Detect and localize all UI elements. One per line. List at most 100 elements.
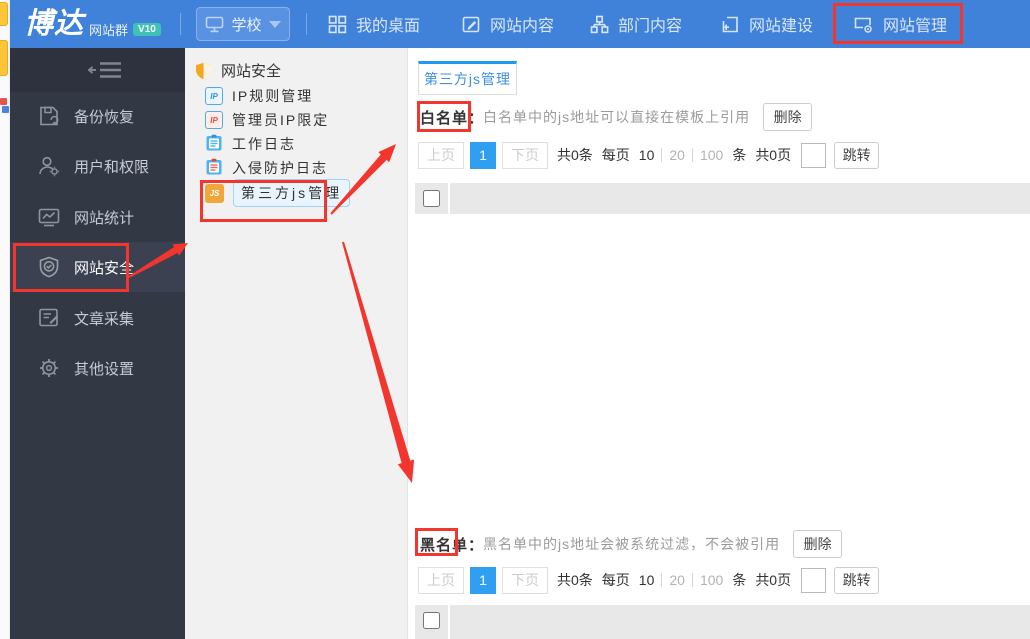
per-page-label: 每页 xyxy=(601,572,630,588)
whitelist-delete-button[interactable]: 删除 xyxy=(763,103,813,131)
monitor-icon xyxy=(206,16,224,32)
current-page-button[interactable]: 1 xyxy=(470,566,496,594)
sidebar-item-label: 文章采集 xyxy=(74,310,135,328)
site-selector-dropdown[interactable]: 学校 xyxy=(196,7,290,41)
user-permission-icon xyxy=(37,154,61,178)
per-page-label: 每页 xyxy=(601,147,630,163)
jump-page-input[interactable] xyxy=(801,567,827,593)
page-size-option-10[interactable]: 10 xyxy=(639,147,655,163)
blacklist-delete-button[interactable]: 删除 xyxy=(793,530,843,558)
sidebar-item-label: 备份恢复 xyxy=(74,108,135,126)
submenu-item-label: 入侵防护日志 xyxy=(232,160,328,176)
top-navigation-bar: 博达 网站群 V10 学校 我的桌面 网站内容 部门内容 网站建设 网站管理 xyxy=(10,0,1030,48)
main-sidebar: 备份恢复 用户和权限 网站统计 网站安全 文章采集 其他设置 xyxy=(10,48,185,639)
blacklist-label: 黑名单 xyxy=(420,536,469,554)
chevron-down-icon xyxy=(268,20,281,28)
next-page-button[interactable]: 下页 xyxy=(502,141,548,169)
submenu-item-intrusion-log[interactable]: 入侵防护日志 xyxy=(205,157,328,179)
site-selector-label: 学校 xyxy=(231,16,262,34)
page-size-option-100[interactable]: 100 xyxy=(700,147,723,163)
nav-item-label: 我的桌面 xyxy=(356,18,421,35)
submenu-item-ip-rules[interactable]: IP IP规则管理 xyxy=(205,85,313,107)
tab-thirdparty-js[interactable]: 第三方js管理 xyxy=(418,61,517,95)
next-page-button[interactable]: 下页 xyxy=(502,566,548,594)
sidebar-header xyxy=(10,48,185,92)
unit-label: 条 xyxy=(732,572,747,588)
sidebar-item-label: 用户和权限 xyxy=(74,158,150,176)
prev-page-button[interactable]: 上页 xyxy=(418,566,464,594)
current-page-button[interactable]: 1 xyxy=(470,141,496,169)
js-orange-icon: JS xyxy=(205,183,224,203)
shield-orange-icon xyxy=(196,62,211,79)
nav-item-site-manage[interactable]: 网站管理 xyxy=(853,0,947,48)
whitelist-table-header-row xyxy=(450,183,1030,214)
jump-button[interactable]: 跳转 xyxy=(834,566,880,594)
whitelist-select-all-checkbox[interactable] xyxy=(423,190,440,207)
article-collect-icon xyxy=(37,306,61,330)
jump-page-input[interactable] xyxy=(801,142,827,168)
favicon-icon xyxy=(0,98,9,114)
nav-item-my-desktop[interactable]: 我的桌面 xyxy=(328,0,420,48)
nav-item-site-content[interactable]: 网站内容 xyxy=(462,0,554,48)
page-size-option-10[interactable]: 10 xyxy=(639,572,655,588)
colon: ： xyxy=(468,536,484,554)
nav-item-department-content[interactable]: 部门内容 xyxy=(590,0,682,48)
desktop-grid-icon xyxy=(328,15,347,33)
page-size-option-100[interactable]: 100 xyxy=(700,572,723,588)
log-blue-icon xyxy=(205,134,223,155)
blacklist-description: 黑名单中的js地址会被系统过滤，不会被引用 xyxy=(483,536,781,552)
jump-button[interactable]: 跳转 xyxy=(834,141,880,169)
blacklist-header-row: 黑名单： 黑名单中的js地址会被系统过滤，不会被引用 删除 xyxy=(420,529,843,559)
submenu-item-label: 第三方js管理 xyxy=(233,179,351,207)
security-submenu-panel: 网站安全 IP IP规则管理 IP 管理员IP限定 工作日志 入侵防护日志 JS… xyxy=(185,48,408,639)
sidebar-item-article-collect[interactable]: 文章采集 xyxy=(10,293,185,343)
divider xyxy=(180,13,181,35)
submenu-item-label: 工作日志 xyxy=(232,136,296,152)
total-count: 共0条 xyxy=(557,147,593,163)
total-pages: 共0页 xyxy=(755,572,792,588)
unit-label: 条 xyxy=(732,147,747,163)
sidebar-item-site-security[interactable]: 网站安全 xyxy=(10,242,185,292)
nav-item-label: 网站内容 xyxy=(490,18,555,35)
folder-icon xyxy=(0,40,8,76)
nav-item-label: 部门内容 xyxy=(618,18,683,35)
sidebar-item-users-permissions[interactable]: 用户和权限 xyxy=(10,141,185,191)
whitelist-label: 白名单 xyxy=(420,109,469,127)
sidebar-item-other-settings[interactable]: 其他设置 xyxy=(10,343,185,393)
page-size-option-20[interactable]: 20 xyxy=(669,572,685,588)
blacklist-select-all-checkbox[interactable] xyxy=(423,612,440,629)
sidebar-item-label: 其他设置 xyxy=(74,360,135,378)
settings-gear-icon xyxy=(37,356,61,380)
sidebar-item-label: 网站统计 xyxy=(74,209,135,227)
sidebar-item-backup-restore[interactable]: 备份恢复 xyxy=(10,91,185,141)
log-red-icon xyxy=(205,158,223,179)
site-manage-gear-icon xyxy=(854,17,872,33)
site-stats-icon xyxy=(37,205,61,229)
nav-item-site-build[interactable]: 网站建设 xyxy=(721,0,813,48)
bookmark-strip xyxy=(0,0,10,639)
submenu-item-admin-ip-limit[interactable]: IP 管理员IP限定 xyxy=(205,109,329,131)
page-size-option-20[interactable]: 20 xyxy=(669,147,685,163)
divider xyxy=(306,13,307,35)
brand-name: 博达 xyxy=(24,8,85,40)
nav-item-label: 网站建设 xyxy=(749,18,814,35)
org-sitemap-icon xyxy=(590,15,609,33)
submenu-item-thirdparty-js[interactable]: JS 第三方js管理 xyxy=(205,179,351,207)
submenu-item-work-log[interactable]: 工作日志 xyxy=(205,133,296,155)
brand-suffix: 网站群 xyxy=(89,22,129,38)
backup-restore-icon xyxy=(37,104,61,128)
prev-page-button[interactable]: 上页 xyxy=(418,141,464,169)
app-window: 博达 网站群 V10 学校 我的桌面 网站内容 部门内容 网站建设 网站管理 备… xyxy=(0,0,1030,639)
folder-icon xyxy=(0,2,8,26)
ip-red-icon: IP xyxy=(205,111,223,129)
colon: ： xyxy=(468,109,484,127)
blacklist-pagination: 上页 1 下页 共0条 每页 10 20 100 条 共0页 跳转 xyxy=(418,566,880,594)
blacklist-table-header-row xyxy=(450,605,1030,639)
version-badge: V10 xyxy=(133,22,161,36)
security-shield-icon xyxy=(37,255,61,279)
site-build-plus-icon xyxy=(722,16,738,32)
sidebar-item-site-stats[interactable]: 网站统计 xyxy=(10,192,185,242)
collapse-menu-icon[interactable] xyxy=(88,60,122,80)
nav-item-label: 网站管理 xyxy=(883,18,948,35)
whitelist-description: 白名单中的js地址可以直接在模板上引用 xyxy=(483,109,751,125)
